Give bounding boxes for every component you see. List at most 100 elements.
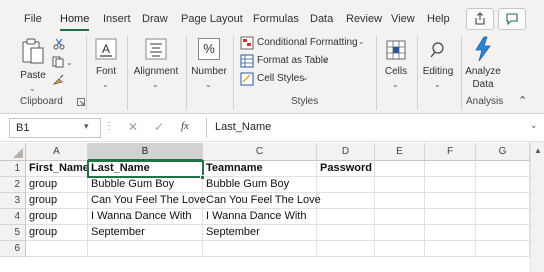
- row-header[interactable]: 2: [0, 177, 26, 193]
- cell-g1[interactable]: [476, 161, 530, 177]
- cell-styles-button[interactable]: Cell Styles ⌄: [240, 72, 330, 88]
- analysis-group-label: Analysis: [466, 96, 504, 107]
- editing-chevron-icon: ⌄: [434, 80, 441, 89]
- expand-formula-bar-chevron-icon[interactable]: ⌄: [530, 120, 538, 131]
- cancel-entry-icon[interactable]: ✕: [128, 120, 138, 134]
- column-header-d[interactable]: D: [317, 143, 375, 161]
- cell-e5[interactable]: [375, 225, 425, 241]
- tab-view[interactable]: View: [391, 13, 415, 25]
- cell-g6[interactable]: [476, 241, 530, 257]
- cell-d6[interactable]: [317, 241, 375, 257]
- cell-g4[interactable]: [476, 209, 530, 225]
- collapse-ribbon-chevron-icon[interactable]: ⌃: [518, 94, 527, 107]
- cell-b5[interactable]: September: [88, 225, 203, 241]
- cell-d4[interactable]: [317, 209, 375, 225]
- comments-button[interactable]: [498, 8, 526, 30]
- paste-label: Paste: [20, 70, 46, 81]
- format-painter-icon[interactable]: [52, 74, 66, 86]
- cell-c1[interactable]: Teamname: [203, 161, 317, 177]
- number-button[interactable]: % Number ⌄: [190, 36, 228, 92]
- column-header-g[interactable]: G: [476, 143, 530, 161]
- column-header-a[interactable]: A: [26, 143, 88, 161]
- cell-c6[interactable]: [203, 241, 317, 257]
- cell-b6[interactable]: [88, 241, 203, 257]
- cell-f4[interactable]: [425, 209, 476, 225]
- cell-d1[interactable]: Password: [317, 161, 375, 177]
- cell-a1[interactable]: First_Name: [26, 161, 89, 177]
- format-as-table-button[interactable]: Format as Table ⌄: [240, 54, 340, 70]
- column-header-f[interactable]: F: [425, 143, 476, 161]
- cell-b2[interactable]: Bubble Gum Boy: [88, 177, 203, 193]
- confirm-entry-icon[interactable]: ✓: [154, 120, 164, 134]
- cell-a2[interactable]: group: [26, 177, 88, 193]
- tab-insert[interactable]: Insert: [103, 13, 131, 25]
- ribbon-separator: [127, 36, 128, 110]
- cell-a4[interactable]: group: [26, 209, 88, 225]
- formula-input[interactable]: Last_Name: [206, 118, 526, 138]
- cell-c4[interactable]: I Wanna Dance With: [203, 209, 317, 225]
- cell-f2[interactable]: [425, 177, 476, 193]
- conditional-formatting-button[interactable]: Conditional Formatting ⌄: [240, 36, 370, 52]
- cell-f1[interactable]: [425, 161, 476, 177]
- clipboard-launcher-icon[interactable]: [77, 98, 85, 106]
- tab-draw[interactable]: Draw: [142, 13, 168, 25]
- tab-review[interactable]: Review: [346, 13, 382, 25]
- tab-data[interactable]: Data: [310, 13, 333, 25]
- cell-c2[interactable]: Bubble Gum Boy: [203, 177, 317, 193]
- column-header-e[interactable]: E: [375, 143, 425, 161]
- cell-f6[interactable]: [425, 241, 476, 257]
- insert-function-icon[interactable]: fx: [181, 120, 189, 132]
- tab-page-layout[interactable]: Page Layout: [181, 13, 243, 25]
- cell-a5[interactable]: group: [26, 225, 88, 241]
- cells-button[interactable]: Cells ⌄: [380, 36, 412, 92]
- analyze-data-label-line1: Analyze: [465, 66, 501, 77]
- column-header-c[interactable]: C: [203, 143, 317, 161]
- copy-dropdown-chevron-icon[interactable]: ⌄: [66, 58, 73, 67]
- cell-b3[interactable]: Can You Feel The Love: [88, 193, 206, 209]
- tab-help[interactable]: Help: [427, 13, 450, 25]
- cell-c3[interactable]: Can You Feel The Love: [203, 193, 321, 209]
- editing-button[interactable]: Editing ⌄: [420, 36, 456, 92]
- vertical-scrollbar[interactable]: ▲: [530, 142, 544, 272]
- cell-a3[interactable]: group: [26, 193, 88, 209]
- name-box-dropdown-chevron-icon[interactable]: ▾: [84, 121, 89, 132]
- row-header[interactable]: 3: [0, 193, 26, 209]
- cell-c5[interactable]: September: [203, 225, 317, 241]
- cell-f3[interactable]: [425, 193, 476, 209]
- cell-g2[interactable]: [476, 177, 530, 193]
- cut-icon[interactable]: [53, 38, 65, 50]
- cell-f5[interactable]: [425, 225, 476, 241]
- copy-icon[interactable]: [52, 56, 66, 68]
- cell-e2[interactable]: [375, 177, 425, 193]
- cell-a6[interactable]: [26, 241, 88, 257]
- cell-g5[interactable]: [476, 225, 530, 241]
- row-header[interactable]: 6: [0, 241, 26, 257]
- cell-e4[interactable]: [375, 209, 425, 225]
- cell-e3[interactable]: [375, 193, 425, 209]
- cell-d5[interactable]: [317, 225, 375, 241]
- scroll-up-arrow-icon[interactable]: ▲: [534, 146, 542, 155]
- tab-file[interactable]: File: [24, 13, 42, 25]
- cell-e6[interactable]: [375, 241, 425, 257]
- cell-b1[interactable]: Last_Name: [88, 161, 203, 177]
- paste-button[interactable]: Paste ⌄: [18, 38, 48, 93]
- cell-styles-chevron-icon: ⌄: [302, 73, 309, 82]
- cell-b4[interactable]: I Wanna Dance With: [88, 209, 203, 225]
- column-header-b[interactable]: B: [88, 143, 203, 161]
- analyze-data-button[interactable]: Analyze Data: [463, 36, 503, 92]
- tab-formulas[interactable]: Formulas: [253, 13, 299, 25]
- select-all-corner[interactable]: [0, 143, 26, 161]
- cell-g3[interactable]: [476, 193, 530, 209]
- cell-e1[interactable]: [375, 161, 425, 177]
- row-header[interactable]: 5: [0, 225, 26, 241]
- fill-handle[interactable]: [200, 175, 205, 180]
- font-button[interactable]: A Font ⌄: [91, 36, 121, 92]
- row-header[interactable]: 4: [0, 209, 26, 225]
- share-button[interactable]: [466, 8, 494, 30]
- cell-d3[interactable]: [317, 193, 375, 209]
- cell-d2[interactable]: [317, 177, 375, 193]
- ribbon-separator: [461, 36, 462, 110]
- alignment-button[interactable]: Alignment ⌄: [131, 36, 181, 92]
- row-header[interactable]: 1: [0, 161, 26, 177]
- tab-home[interactable]: Home: [60, 13, 90, 31]
